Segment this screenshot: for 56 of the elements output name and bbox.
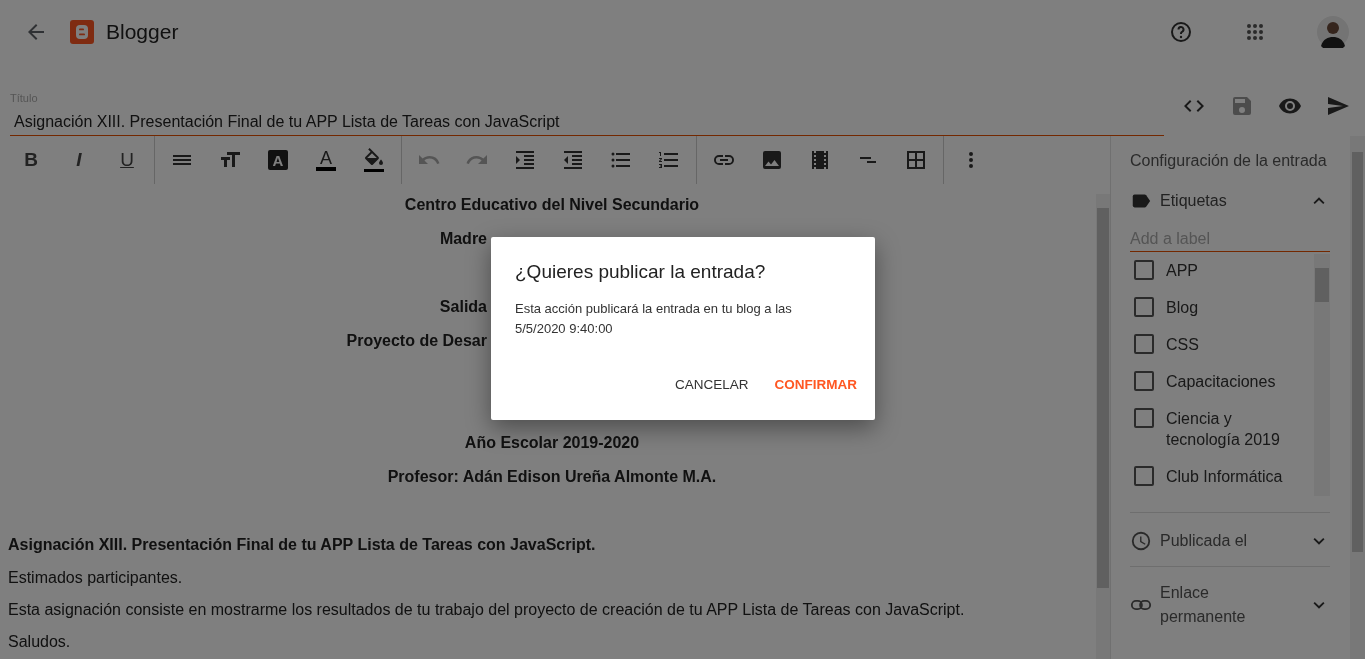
format-button[interactable]: B bbox=[7, 142, 55, 178]
section-title: Etiquetas bbox=[1160, 192, 1228, 210]
send-icon bbox=[1326, 94, 1350, 118]
label-name: CSS bbox=[1166, 335, 1199, 355]
scrollbar[interactable] bbox=[1096, 194, 1110, 659]
indent-icon bbox=[513, 148, 537, 172]
text-color-button[interactable]: A bbox=[302, 142, 350, 178]
post-text: Centro Educativo del Nivel Secundario bbox=[403, 195, 701, 215]
post-text: Estimados participantes. bbox=[8, 568, 184, 588]
post-text: Año Escolar 2019-2020 bbox=[463, 433, 641, 453]
lines-icon bbox=[859, 156, 877, 164]
format-button[interactable]: U bbox=[103, 142, 151, 178]
app-name: Blogger bbox=[106, 20, 179, 44]
outdent-icon bbox=[561, 148, 585, 172]
section-title: Enlace permanente bbox=[1160, 583, 1247, 627]
post-text: Madre bbox=[438, 229, 487, 249]
scrollbar[interactable] bbox=[1350, 136, 1365, 659]
post-text: Proyecto de Desar bbox=[345, 331, 487, 351]
image-icon bbox=[760, 148, 784, 172]
post-text: Asignación XIII. Presentación Final de tu APP Lista de Tareas con JavaScript. bbox=[8, 535, 597, 555]
format-button[interactable]: I bbox=[55, 142, 103, 178]
help-icon[interactable] bbox=[1169, 20, 1193, 44]
table-icon bbox=[904, 148, 928, 172]
label-name: Blog bbox=[1166, 298, 1199, 318]
title-value: Asignación XIII. Presentación Final de tu APP Lista de Tareas con JavaScript bbox=[13, 113, 561, 131]
scrollbar-thumb[interactable] bbox=[1315, 268, 1329, 302]
label-name: APP bbox=[1166, 261, 1198, 281]
post-text: Salida bbox=[438, 297, 487, 317]
post-text: Esta asignación consiste en mostrarme los resultados de tu trabajo del proyecto de creación de tu APP Lista de Tareas con JavaScript. bbox=[8, 600, 966, 620]
checkbox[interactable] bbox=[1134, 371, 1154, 391]
scrollbar-thumb[interactable] bbox=[1352, 152, 1363, 552]
checkbox[interactable] bbox=[1134, 408, 1154, 428]
confirm-button[interactable]: CONFIRMAR bbox=[764, 369, 867, 400]
checkbox[interactable] bbox=[1134, 466, 1154, 486]
blogger-logo-icon bbox=[70, 20, 94, 44]
dialog-title: ¿Quieres publicar la entrada? bbox=[515, 261, 767, 283]
highlight-button[interactable]: A bbox=[254, 142, 302, 178]
scrollbar-thumb[interactable] bbox=[1097, 208, 1109, 588]
cancel-button[interactable]: CANCELAR bbox=[664, 369, 759, 400]
post-text: Saludos. bbox=[8, 632, 72, 652]
label-name: Ciencia y tecnología 2019 bbox=[1166, 409, 1281, 450]
checkbox[interactable] bbox=[1134, 297, 1154, 317]
dialog-message: Esta acción publicará la entrada en tu blog a las 5/5/2020 9:40:00 bbox=[515, 300, 793, 338]
clock-icon bbox=[1130, 530, 1152, 552]
settings-title: Configuración de la entrada bbox=[1130, 152, 1328, 170]
paint-bucket-icon bbox=[362, 148, 386, 172]
label-name: Club Informática bbox=[1166, 467, 1283, 487]
avatar-icon[interactable] bbox=[1317, 16, 1349, 48]
label-name: Capacitaciones bbox=[1166, 372, 1276, 392]
checkbox[interactable] bbox=[1134, 260, 1154, 280]
checkbox[interactable] bbox=[1134, 334, 1154, 354]
save-icon bbox=[1230, 94, 1254, 118]
more-icon bbox=[968, 151, 974, 169]
post-text: Profesor: Adán Edison Ureña Almonte M.A. bbox=[386, 467, 718, 487]
section-title: Publicada el bbox=[1160, 531, 1249, 551]
scrollbar[interactable] bbox=[1314, 254, 1330, 496]
